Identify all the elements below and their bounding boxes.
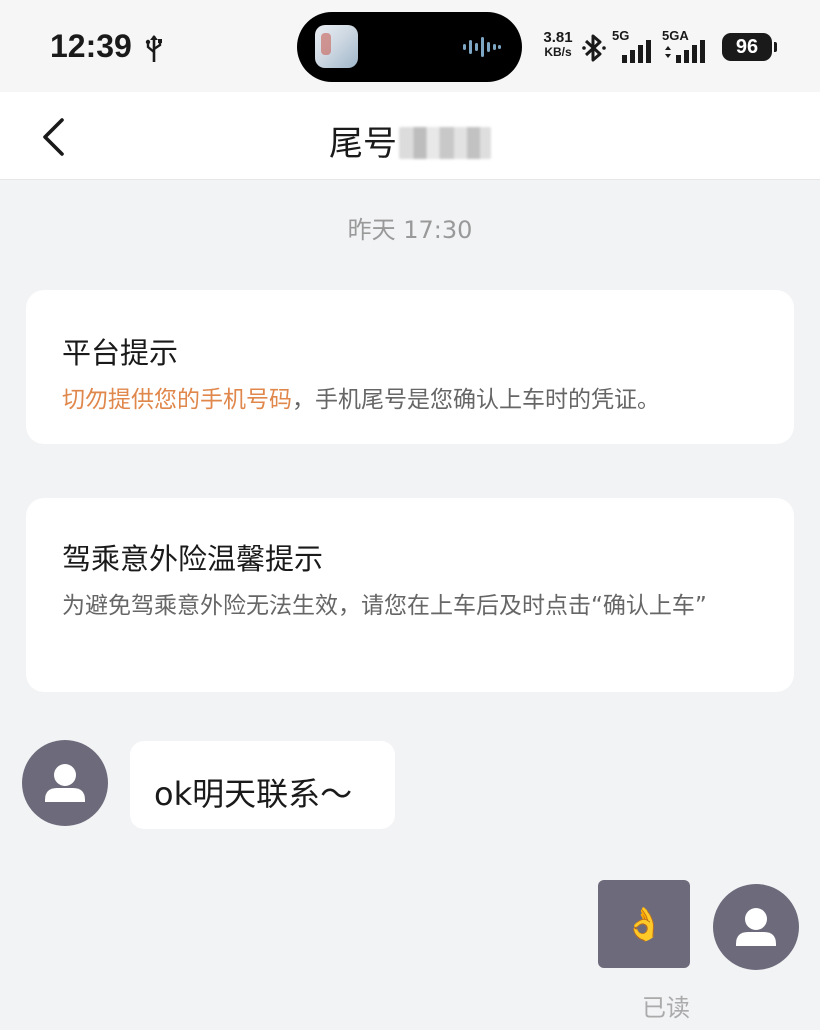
message-timestamp: 昨天 17:30 [347,216,473,244]
signal-1: 5G [612,28,656,64]
user-icon [45,764,85,802]
network-speed-value: 3.81 [543,29,573,46]
platform-notice-title: 平台提示 [62,336,179,370]
signal-icon [665,40,705,63]
platform-notice-text: ，手机尾号是您确认上车时的凭证。 [292,387,660,413]
bluetooth-icon [582,34,606,62]
signal-2: 5GA [662,28,714,64]
user-icon [736,908,776,946]
status-time: 12:39 [50,28,132,64]
network-speed-unit: KB/s [544,45,572,59]
network-speed: 3.81 KB/s [538,30,578,60]
audio-wave-icon [463,37,501,57]
page-title-text: 尾号 [329,124,397,164]
platform-notice-body: 切勿提供您的手机号码，手机尾号是您确认上车时的凭证。 [62,380,754,420]
music-app-icon[interactable] [315,25,358,68]
ok-hand-emoji: 👌 [624,905,664,943]
outgoing-message-bubble[interactable]: 👌 [598,880,690,968]
insurance-notice-title: 驾乘意外险温馨提示 [62,542,324,576]
insurance-notice-body: 为避免驾乘意外险无法生效，请您在上车后及时点击“确认上车” [62,593,707,619]
dynamic-island[interactable] [297,12,522,82]
battery-icon: 96 [722,33,777,61]
nav-bar: 尾号 [0,92,820,180]
usb-icon [145,35,162,62]
page-title: 尾号 [0,116,820,165]
platform-notice-card: 平台提示 切勿提供您的手机号码，手机尾号是您确认上车时的凭证。 [26,290,794,444]
incoming-message-bubble[interactable]: ok明天联系～ [130,741,395,829]
redacted-phone-suffix [399,127,491,159]
my-avatar[interactable] [713,884,799,970]
status-bar: 12:39 3.81 KB/s 5G 5GA 96 [0,0,820,92]
insurance-notice-card: 驾乘意外险温馨提示 为避免驾乘意外险无法生效，请您在上车后及时点击“确认上车” [26,498,794,692]
incoming-message-text: ok明天联系～ [154,775,353,813]
signal-icon [622,40,651,63]
read-status: 已读 [642,994,690,1022]
driver-avatar[interactable] [22,740,108,826]
platform-notice-highlight: 切勿提供您的手机号码 [62,387,292,413]
